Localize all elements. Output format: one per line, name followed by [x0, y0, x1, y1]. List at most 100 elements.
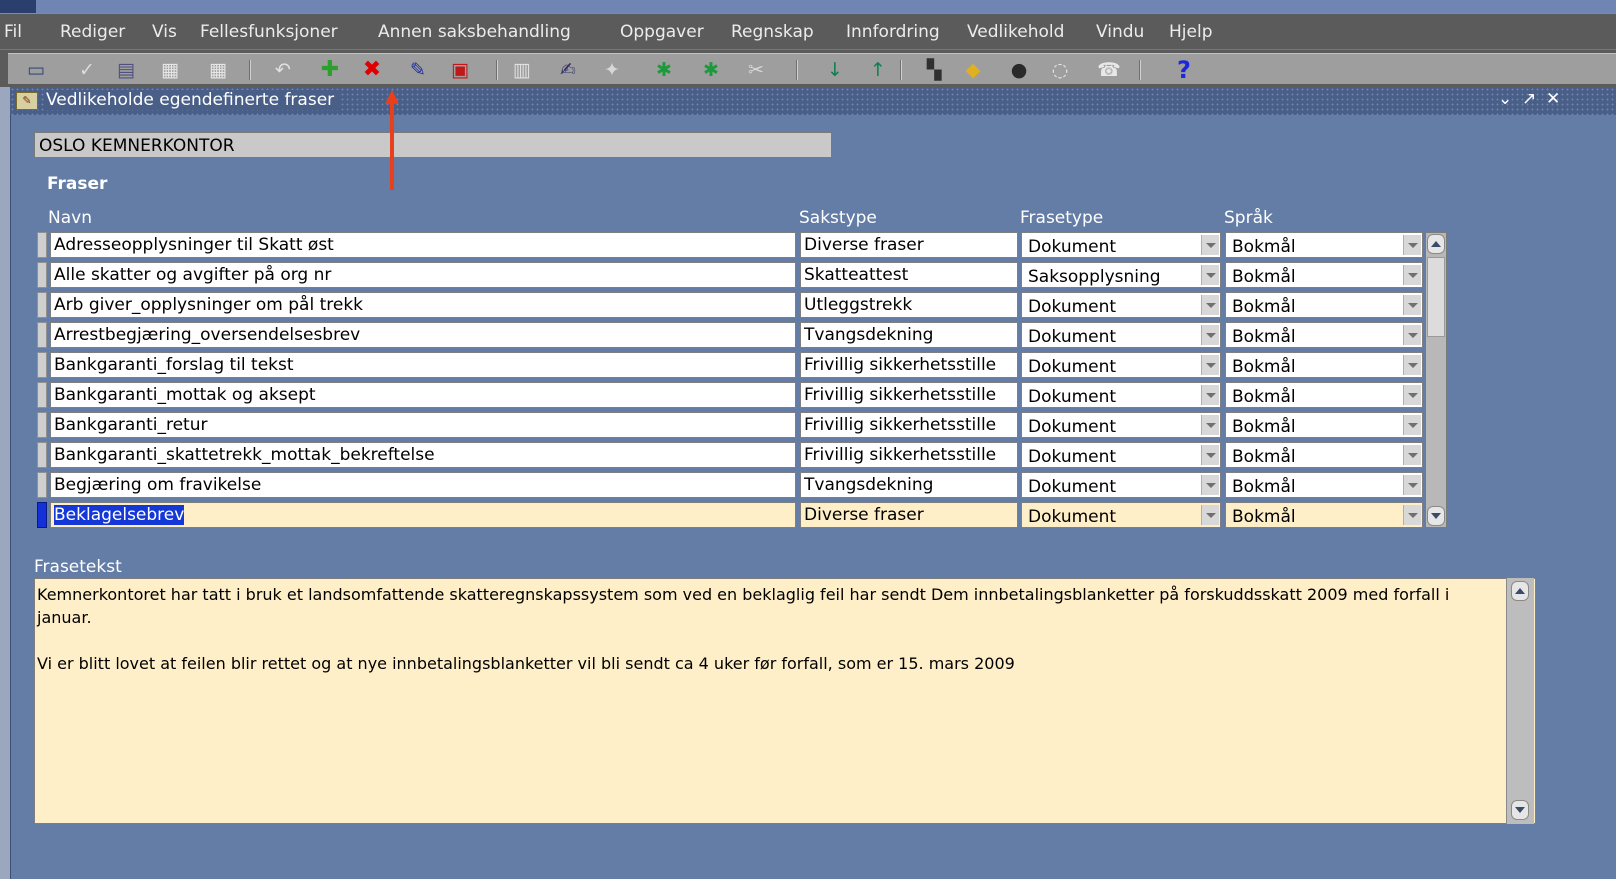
- row-indicator[interactable]: [37, 352, 47, 378]
- sprak-select[interactable]: Bokmål: [1225, 412, 1423, 438]
- minimize-icon[interactable]: ⌄: [1498, 89, 1512, 109]
- frasetype-select[interactable]: Dokument: [1021, 412, 1221, 438]
- row-indicator[interactable]: [37, 412, 47, 438]
- sakstype-field[interactable]: Tvangsdekning: [800, 322, 1018, 348]
- menu-fil[interactable]: Fil: [4, 22, 22, 42]
- comment-icon[interactable]: ◌: [1046, 56, 1074, 84]
- chevron-down-icon[interactable]: [1403, 235, 1421, 255]
- sprak-select[interactable]: Bokmål: [1225, 352, 1423, 378]
- frasetype-select[interactable]: Saksopplysning: [1021, 262, 1221, 288]
- chevron-down-icon[interactable]: [1201, 325, 1219, 345]
- row-indicator[interactable]: [37, 292, 47, 318]
- chevron-down-icon[interactable]: [1403, 445, 1421, 465]
- arrow-down-icon[interactable]: ↓: [821, 56, 849, 84]
- close-icon[interactable]: ✕: [1546, 89, 1560, 109]
- navn-field[interactable]: Begjæring om fravikelse: [50, 472, 796, 498]
- sprak-select[interactable]: Bokmål: [1225, 322, 1423, 348]
- page-settings-icon[interactable]: ▦: [204, 56, 232, 84]
- menu-annen-saksbehandling[interactable]: Annen saksbehandling: [378, 22, 571, 42]
- menu-rediger[interactable]: Rediger: [60, 22, 125, 42]
- frasetype-select[interactable]: Dokument: [1021, 442, 1221, 468]
- clear-record-icon[interactable]: ✎: [404, 56, 432, 84]
- menu-vis[interactable]: Vis: [152, 22, 177, 42]
- chevron-down-icon[interactable]: [1201, 505, 1219, 525]
- sprak-select[interactable]: Bokmål: [1225, 472, 1423, 498]
- chevron-down-icon[interactable]: [1201, 385, 1219, 405]
- sprak-select[interactable]: Bokmål: [1225, 502, 1423, 528]
- menu-oppgaver[interactable]: Oppgaver: [620, 22, 704, 42]
- navn-field[interactable]: Arrestbegjæring_oversendelsesbrev: [50, 322, 796, 348]
- sprak-select[interactable]: Bokmål: [1225, 292, 1423, 318]
- folder-icon[interactable]: ●: [1005, 56, 1033, 84]
- frasetype-select[interactable]: Dokument: [1021, 382, 1221, 408]
- navn-field[interactable]: Adresseopplysninger til Skatt øst: [50, 232, 796, 258]
- new-record-icon[interactable]: ✚: [316, 56, 344, 84]
- chevron-down-icon[interactable]: [1403, 265, 1421, 285]
- row-indicator[interactable]: [37, 472, 47, 498]
- menu-innfordring[interactable]: Innfordring: [846, 22, 940, 42]
- print-icon[interactable]: ▤: [112, 56, 140, 84]
- attach-icon[interactable]: ◆: [959, 56, 987, 84]
- sprak-select[interactable]: Bokmål: [1225, 382, 1423, 408]
- cancel-query-icon[interactable]: ▣: [446, 56, 474, 84]
- find-icon[interactable]: ✱: [697, 56, 725, 84]
- scroll-down-icon[interactable]: [1427, 506, 1445, 526]
- question-icon[interactable]: ?: [1170, 56, 1198, 84]
- chevron-down-icon[interactable]: [1201, 295, 1219, 315]
- frasetype-select[interactable]: Dokument: [1021, 322, 1221, 348]
- scroll-up-icon[interactable]: [1511, 581, 1529, 601]
- page-icon[interactable]: ▦: [156, 56, 184, 84]
- chevron-down-icon[interactable]: [1403, 415, 1421, 435]
- sakstype-field[interactable]: Utleggstrekk: [800, 292, 1018, 318]
- navn-field[interactable]: Bankgaranti_retur: [50, 412, 796, 438]
- chevron-down-icon[interactable]: [1403, 325, 1421, 345]
- sakstype-field[interactable]: Frivillig sikkerhetsstille: [800, 442, 1018, 468]
- menu-vedlikehold[interactable]: Vedlikehold: [967, 22, 1064, 42]
- sakstype-field[interactable]: Skatteattest: [800, 262, 1018, 288]
- chevron-down-icon[interactable]: [1201, 235, 1219, 255]
- menu-regnskap[interactable]: Regnskap: [731, 22, 814, 42]
- sprak-select[interactable]: Bokmål: [1225, 262, 1423, 288]
- row-indicator[interactable]: [37, 442, 47, 468]
- maximize-icon[interactable]: ↗: [1522, 89, 1536, 109]
- query-icon[interactable]: ▥: [508, 56, 536, 84]
- sakstype-field[interactable]: Tvangsdekning: [800, 472, 1018, 498]
- sakstype-field[interactable]: Frivillig sikkerhetsstille: [800, 382, 1018, 408]
- chevron-down-icon[interactable]: [1201, 265, 1219, 285]
- save-icon[interactable]: ▭: [22, 56, 50, 84]
- help-key-icon[interactable]: ✱: [650, 56, 678, 84]
- chevron-down-icon[interactable]: [1403, 295, 1421, 315]
- scroll-up-icon[interactable]: [1427, 234, 1445, 254]
- frasetype-select[interactable]: Dokument: [1021, 502, 1221, 528]
- edit-icon[interactable]: ✍: [554, 56, 582, 84]
- sakstype-field[interactable]: Diverse fraser: [800, 502, 1018, 528]
- navn-field[interactable]: Bankgaranti_skattetrekk_mottak_bekreftel…: [50, 442, 796, 468]
- sprak-select[interactable]: Bokmål: [1225, 442, 1423, 468]
- chevron-down-icon[interactable]: [1201, 445, 1219, 465]
- sakstype-field[interactable]: Frivillig sikkerhetsstille: [800, 412, 1018, 438]
- sakstype-field[interactable]: Diverse fraser: [800, 232, 1018, 258]
- chevron-down-icon[interactable]: [1403, 355, 1421, 375]
- grid-scrollbar[interactable]: [1425, 232, 1447, 528]
- arrow-up-icon[interactable]: ↑: [864, 56, 892, 84]
- menu-hjelp[interactable]: Hjelp: [1169, 22, 1212, 42]
- check-icon[interactable]: ✓: [73, 56, 101, 84]
- menu-vindu[interactable]: Vindu: [1096, 22, 1144, 42]
- sprak-select[interactable]: Bokmål: [1225, 232, 1423, 258]
- undo-icon[interactable]: ↶: [269, 56, 297, 84]
- chevron-down-icon[interactable]: [1201, 415, 1219, 435]
- chevron-down-icon[interactable]: [1403, 505, 1421, 525]
- frasetype-select[interactable]: Dokument: [1021, 352, 1221, 378]
- frasetekst-scrollbar[interactable]: [1506, 578, 1534, 824]
- sakstype-field[interactable]: Frivillig sikkerhetsstille: [800, 352, 1018, 378]
- scroll-down-icon[interactable]: [1511, 800, 1529, 820]
- navn-field[interactable]: Beklagelsebrev: [50, 502, 796, 528]
- menu-fellesfunksjoner[interactable]: Fellesfunksjoner: [200, 22, 338, 42]
- row-indicator[interactable]: [37, 322, 47, 348]
- frasetype-select[interactable]: Dokument: [1021, 292, 1221, 318]
- tools-icon[interactable]: ✂: [742, 56, 770, 84]
- phone-icon[interactable]: ☎: [1095, 56, 1123, 84]
- row-indicator[interactable]: [37, 382, 47, 408]
- wand-icon[interactable]: ✦: [598, 56, 626, 84]
- network-icon[interactable]: ▚: [920, 56, 948, 84]
